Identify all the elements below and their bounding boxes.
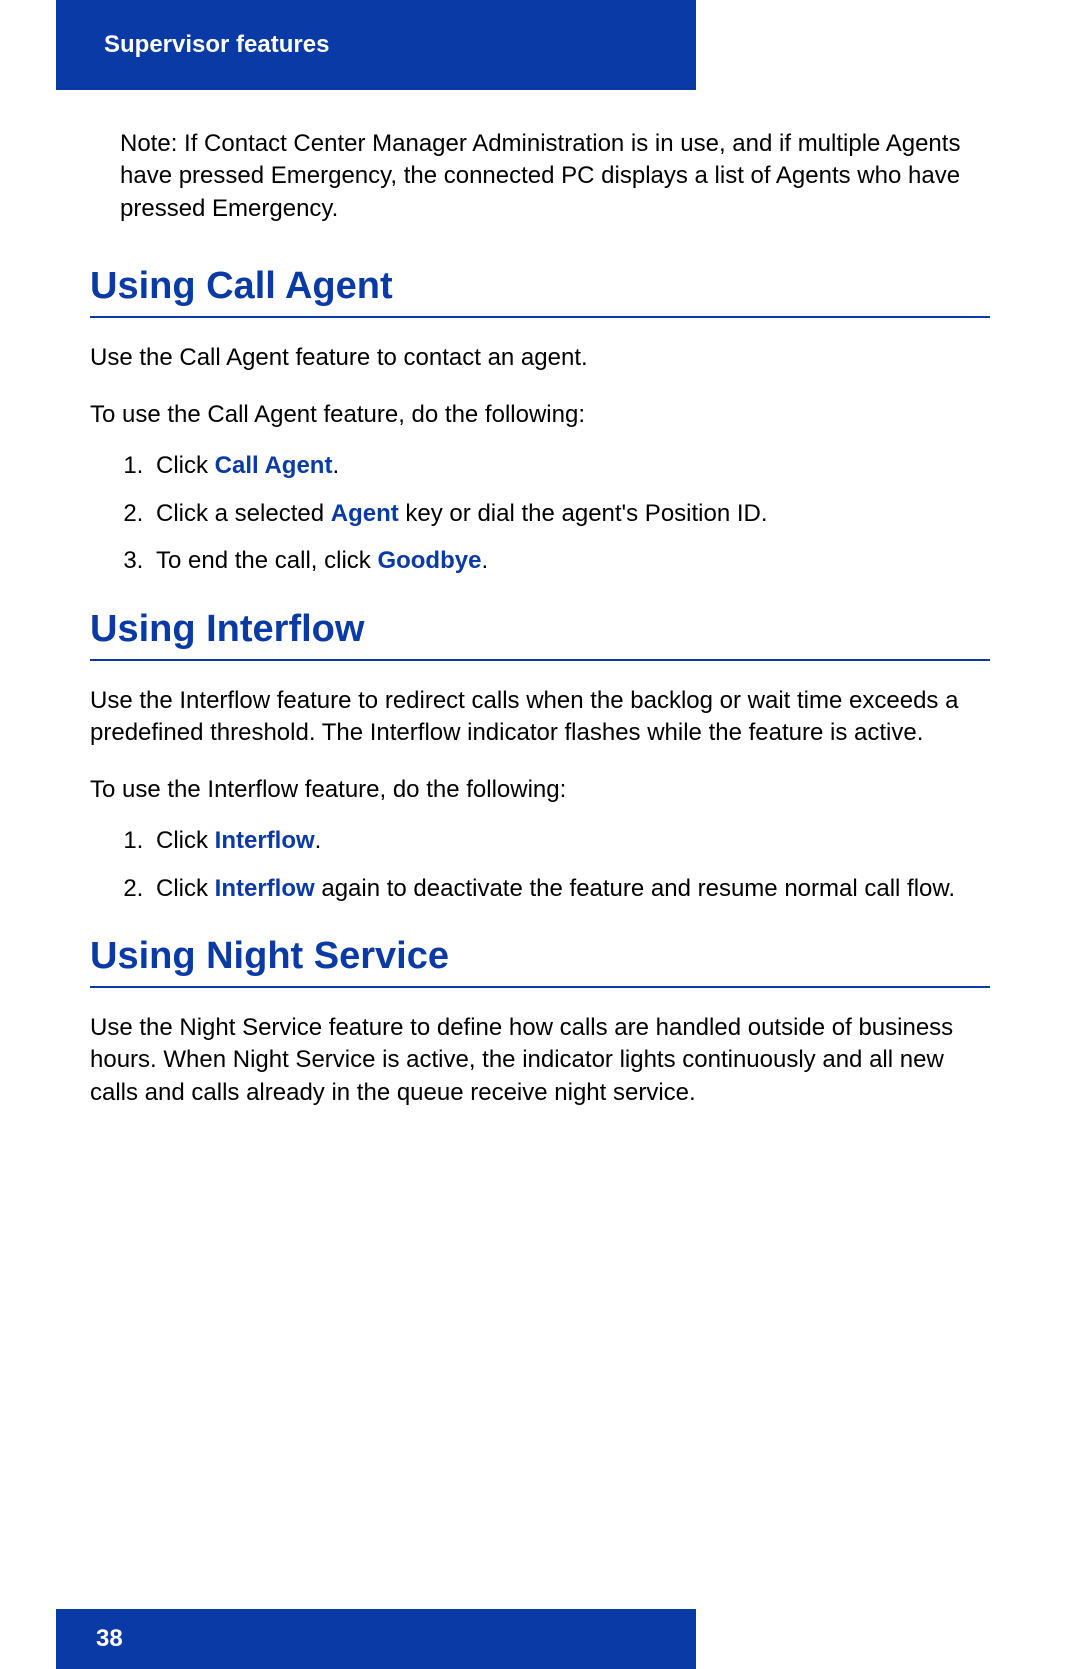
list-item: To end the call, click Goodbye. <box>150 544 990 578</box>
intro-night-service: Use the Night Service feature to define … <box>90 1012 990 1109</box>
keyword-call-agent: Call Agent <box>215 452 333 479</box>
note-text: If Contact Center Manager Administration… <box>120 130 960 222</box>
lead-interflow: To use the Interflow feature, do the fol… <box>90 774 990 806</box>
intro-interflow: Use the Interflow feature to redirect ca… <box>90 685 990 750</box>
page-header: Supervisor features <box>56 0 696 90</box>
keyword-agent: Agent <box>331 500 399 527</box>
list-item: Click Interflow. <box>150 824 990 858</box>
step-text: . <box>315 827 322 854</box>
steps-interflow: Click Interflow. Click Interflow again t… <box>90 824 990 905</box>
list-item: Click Call Agent. <box>150 449 990 483</box>
lead-call-agent: To use the Call Agent feature, do the fo… <box>90 399 990 431</box>
intro-call-agent: Use the Call Agent feature to contact an… <box>90 342 990 374</box>
heading-call-agent: Using Call Agent <box>90 265 990 318</box>
page-number: 38 <box>96 1625 123 1653</box>
page-content: Note: If Contact Center Manager Administ… <box>90 110 990 1127</box>
step-text: . <box>332 452 339 479</box>
keyword-interflow: Interflow <box>215 875 315 902</box>
step-text: Click <box>156 875 215 902</box>
step-text: . <box>481 547 488 574</box>
list-item: Click Interflow again to deactivate the … <box>150 872 990 906</box>
page-header-title: Supervisor features <box>104 31 329 59</box>
note-paragraph: Note: If Contact Center Manager Administ… <box>120 128 980 225</box>
keyword-interflow: Interflow <box>215 827 315 854</box>
step-text: To end the call, click <box>156 547 377 574</box>
keyword-goodbye: Goodbye <box>377 547 481 574</box>
heading-night-service: Using Night Service <box>90 935 990 988</box>
step-text: Click a selected <box>156 500 331 527</box>
list-item: Click a selected Agent key or dial the a… <box>150 497 990 531</box>
step-text: Click <box>156 452 215 479</box>
note-prefix: Note: <box>120 130 177 157</box>
step-text: again to deactivate the feature and resu… <box>315 875 955 902</box>
heading-interflow: Using Interflow <box>90 608 990 661</box>
step-text: key or dial the agent's Position ID. <box>399 500 768 527</box>
steps-call-agent: Click Call Agent. Click a selected Agent… <box>90 449 990 578</box>
document-page: Supervisor features Note: If Contact Cen… <box>0 0 1080 1669</box>
page-footer: 38 <box>56 1609 696 1669</box>
step-text: Click <box>156 827 215 854</box>
